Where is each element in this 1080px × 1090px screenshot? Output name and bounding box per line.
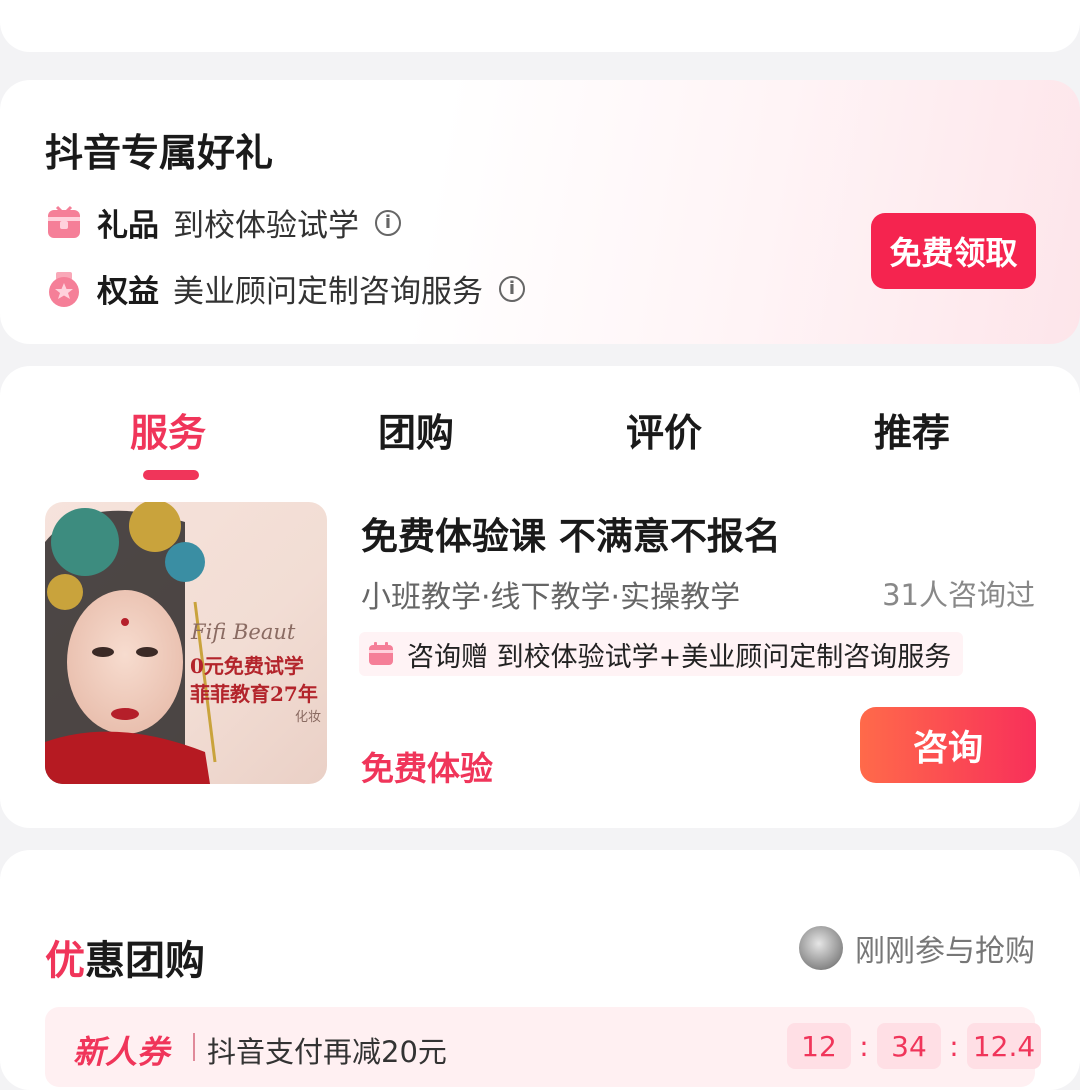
douyin-gift-card: 抖音专属好礼 礼品 到校体验试学 i 权益 美业顾问定制咨询服务 i 免费领取 [0, 80, 1080, 344]
tab-recommend[interactable]: 推荐 [832, 402, 992, 457]
consult-count: 31人咨询过 [882, 578, 1035, 612]
gift-section-title: 抖音专属好礼 [45, 131, 274, 175]
group-deal-title: 优惠团购 [45, 928, 205, 986]
recent-buyers[interactable]: 刚刚参与抢购 [799, 926, 1035, 970]
info-icon[interactable]: i [375, 209, 401, 236]
tab-group-buy[interactable]: 团购 [336, 402, 496, 457]
thumb-promo-line1: 0元免费试学 [190, 654, 304, 678]
benefit-kind-label: 权益 [97, 274, 159, 310]
gift-box-icon [48, 205, 80, 238]
service-title[interactable]: 免费体验课 不满意不报名 [361, 506, 781, 560]
timer-minutes: 34 [877, 1023, 941, 1069]
tab-service[interactable]: 服务 [88, 402, 248, 457]
free-trial-label: 免费体验 [361, 749, 493, 788]
consult-button[interactable]: 咨询 [860, 707, 1036, 783]
shop-header-card: ✓ [0, 0, 1080, 52]
title-rest: 惠团购 [85, 938, 205, 984]
coupon-tag: 新人券 [73, 1033, 170, 1071]
coupon-divider [193, 1033, 195, 1061]
new-user-coupon-strip[interactable]: 新人券 抖音支付再减20元 12 : 34 : 12.4 [45, 1007, 1041, 1087]
gift-desc: 到校体验试学 [173, 208, 359, 244]
timer-hours: 12 [787, 1023, 851, 1069]
benefit-desc: 美业顾问定制咨询服务 [173, 274, 483, 310]
gift-row-gift: 礼品 到校体验试学 i [45, 200, 401, 245]
buyer-avatar [799, 926, 843, 970]
active-tab-indicator [143, 470, 199, 480]
countdown-timer: 12 : 34 : 12.4 [787, 1023, 1041, 1069]
consult-bonus-text: 咨询赠 到校体验试学+美业顾问定制咨询服务 [407, 641, 952, 673]
tab-reviews[interactable]: 评价 [584, 402, 744, 457]
timer-colon: : [859, 1029, 869, 1063]
medal-icon [49, 271, 79, 307]
gift-kind-label: 礼品 [97, 208, 159, 244]
consult-bonus-badge: 咨询赠 到校体验试学+美业顾问定制咨询服务 [359, 632, 964, 676]
thumb-brand-text: Fifi Beaut [191, 620, 296, 644]
group-deal-card: 优惠团购 刚刚参与抢购 新人券 抖音支付再减20元 12 : 34 : 12.4 [0, 850, 1080, 1090]
claim-free-button[interactable]: 免费领取 [871, 213, 1036, 289]
coupon-desc: 抖音支付再减20元 [207, 1035, 447, 1069]
gift-row-benefit: 权益 美业顾问定制咨询服务 i [45, 266, 525, 311]
service-thumbnail[interactable]: Fifi Beaut 0元免费试学 菲菲教育27年 化妆 [45, 502, 327, 784]
service-features: 小班教学·线下教学·实操教学 [361, 580, 741, 615]
service-card: 服务 团购 评价 推荐 Fifi Beaut 0元免费试学 菲菲教育27年 化妆… [0, 366, 1080, 828]
timer-seconds: 12.4 [967, 1023, 1041, 1069]
thumb-promo-line2: 菲菲教育27年 [190, 682, 318, 706]
info-icon[interactable]: i [499, 275, 525, 302]
calendar-gift-icon [369, 642, 393, 665]
recent-buy-text: 刚刚参与抢购 [855, 934, 1035, 969]
timer-colon: : [949, 1029, 959, 1063]
thumb-tag: 化妆 [295, 710, 322, 725]
title-accent-char: 优 [45, 938, 85, 984]
